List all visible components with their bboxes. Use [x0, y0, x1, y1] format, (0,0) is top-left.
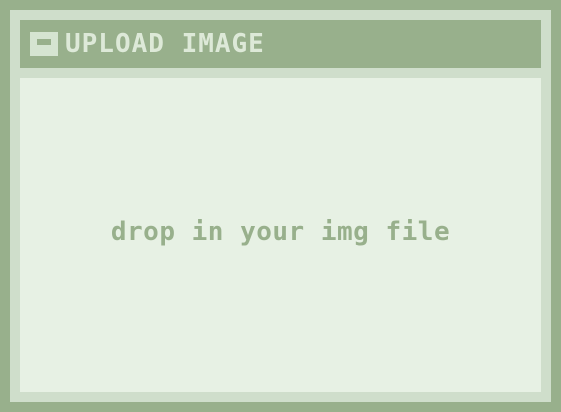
window-icon-detail: [37, 39, 51, 45]
window-icon: [30, 32, 58, 56]
upload-window: UPLOAD IMAGE drop in your img file: [10, 10, 551, 402]
drop-prompt: drop in your img file: [110, 217, 451, 247]
window-title: UPLOAD IMAGE: [65, 29, 265, 59]
image-drop-zone[interactable]: drop in your img file: [20, 78, 541, 392]
title-bar: UPLOAD IMAGE: [20, 20, 541, 68]
